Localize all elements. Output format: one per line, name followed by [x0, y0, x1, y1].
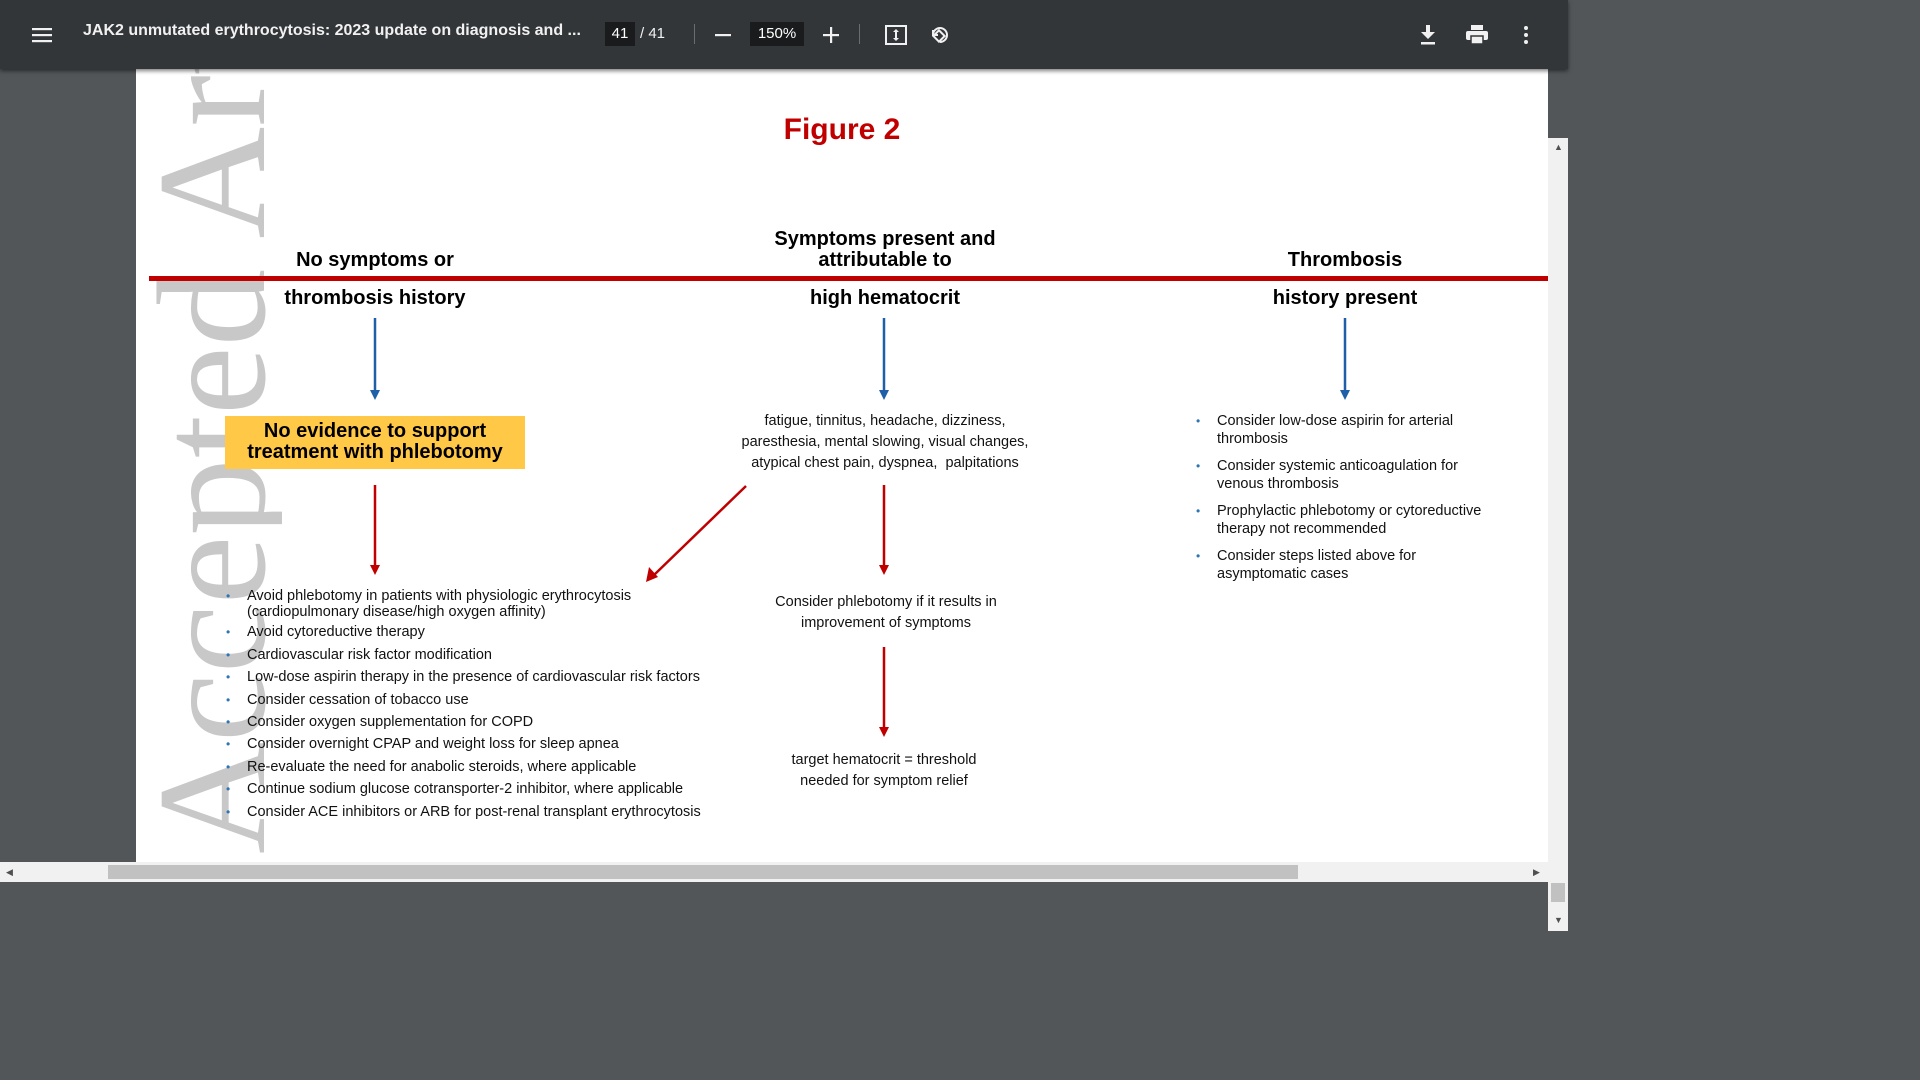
no-evidence-line2: treatment with phlebotomy [247, 441, 503, 463]
phlebotomy-consider-text: Consider phlebotomy if it results in imp… [736, 592, 1036, 634]
bullet-icon: • [1196, 504, 1201, 518]
bullet-icon: • [226, 804, 231, 819]
vertical-scroll-thumb[interactable] [1551, 883, 1565, 902]
list-item: • Consider steps listed above for asymptom… [1196, 548, 1417, 582]
download-icon [1421, 25, 1435, 45]
symptoms-line: fatigue, tinnitus, headache, dizziness, [764, 413, 1006, 429]
symptoms-text: fatigue, tinnitus, headache, dizziness, … [726, 411, 1044, 474]
fit-page-button[interactable] [882, 21, 910, 49]
bullet-icon: • [1196, 414, 1201, 428]
menu-button[interactable] [28, 22, 56, 48]
symptoms-line: paresthesia, mental slowing, visual chan… [741, 434, 1029, 450]
toolbar-divider [859, 24, 860, 44]
list-item: • Consider low-dose aspirin for arterial t… [1196, 413, 1454, 447]
pdf-toolbar: JAK2 unmutated erythrocytosis: 2023 upda… [0, 0, 1568, 69]
bullet-icon: • [226, 782, 231, 797]
rotate-button[interactable] [926, 21, 954, 49]
phlebotomy-line: Consider phlebotomy if it results in [775, 594, 997, 610]
col3-recommendation-list: • Consider low-dose aspirin for arterial t… [1196, 412, 1506, 592]
list-item: • Consider oxygen supplementation for COP… [226, 711, 846, 733]
more-icon [1524, 26, 1528, 44]
bullet-icon: • [226, 759, 231, 774]
toolbar-divider [694, 24, 695, 44]
zoom-in-icon [823, 27, 839, 43]
target-hematocrit-text: target hematocrit = threshold needed for… [734, 750, 1034, 792]
scroll-left-arrow[interactable]: ◀ [6, 867, 13, 878]
list-item: • Cardiovascular risk factor modification [226, 644, 846, 666]
arrow-symptoms-to-list [653, 485, 747, 576]
phlebotomy-line: improvement of symptoms [800, 615, 972, 631]
menu-icon [32, 28, 52, 43]
zoom-out-icon [715, 34, 731, 37]
list-item: • Low-dose aspirin therapy in the presenc… [226, 666, 846, 688]
list-item: • Consider systemic anticoagulation for ve… [1196, 458, 1458, 492]
more-options-button[interactable] [1514, 21, 1538, 49]
fit-page-icon [885, 25, 907, 45]
bullet-icon: • [226, 670, 231, 685]
horizontal-scrollbar[interactable]: ◀ ▶ [0, 862, 1568, 882]
print-icon [1466, 25, 1488, 45]
zoom-out-button[interactable] [710, 22, 736, 48]
scroll-down-arrow[interactable]: ▼ [1554, 915, 1563, 925]
horizontal-scroll-thumb[interactable] [108, 865, 1298, 879]
bullet-icon: • [226, 625, 231, 640]
page-number-input[interactable]: 41 [605, 22, 635, 46]
vertical-scrollbar[interactable]: ▲ ▼ [1548, 138, 1568, 931]
bullet-icon: • [1196, 549, 1201, 563]
list-item: • Consider ACE inhibitors or ARB for post… [226, 801, 846, 823]
pdf-page: Accepted Article Figure 2 No symptoms or… [136, 69, 1548, 862]
download-button[interactable] [1414, 21, 1442, 49]
target-line: target hematocrit = threshold [791, 752, 977, 768]
bullet-icon: • [226, 715, 231, 730]
list-item: • Consider cessation of tobacco use [226, 689, 846, 711]
rotate-icon [931, 27, 948, 44]
target-line: needed for symptom relief [800, 773, 968, 789]
scroll-up-arrow[interactable]: ▲ [1554, 142, 1563, 152]
list-item: • Prophylactic phlebotomy or cytoreductiv… [1196, 503, 1482, 537]
scroll-right-arrow[interactable]: ▶ [1533, 867, 1540, 878]
zoom-in-button[interactable] [818, 22, 844, 48]
no-evidence-line1: No evidence to support [263, 420, 487, 442]
symptoms-line: atypical chest pain, dyspnea, palpitatio… [751, 455, 1019, 471]
bullet-icon: • [226, 737, 231, 752]
document-title: JAK2 unmutated erythrocytosis: 2023 upda… [83, 22, 581, 39]
print-button[interactable] [1462, 21, 1492, 49]
bullet-icon: • [226, 692, 231, 707]
page-total: / 41 [640, 25, 666, 42]
bullet-icon: • [1196, 459, 1201, 473]
pdf-viewer[interactable]: Accepted Article Figure 2 No symptoms or… [0, 69, 1568, 931]
zoom-level-input[interactable]: 150% [750, 22, 804, 46]
bullet-icon: • [226, 647, 231, 662]
no-evidence-box: No evidence to support treatment with ph… [225, 416, 525, 469]
